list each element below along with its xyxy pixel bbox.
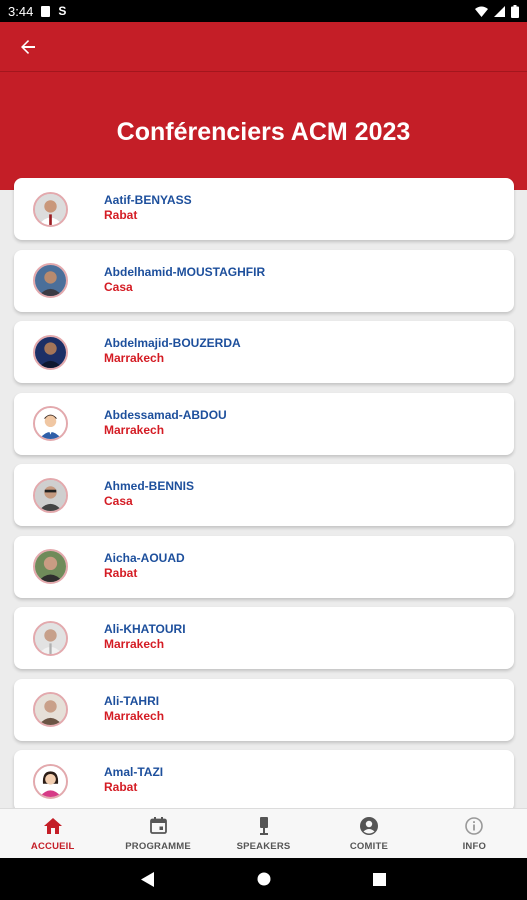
avatar: [33, 477, 68, 513]
nav-comite[interactable]: COMITE: [316, 809, 421, 858]
speaker-name: Abdelhamid-MOUSTAGHFIR: [104, 264, 266, 279]
speaker-city: Marrakech: [104, 422, 165, 437]
hero-header: Conférenciers ACM 2023: [0, 72, 527, 190]
avatar: [33, 620, 68, 656]
s-app-icon: S: [58, 4, 67, 18]
status-time: 3:44: [8, 3, 34, 19]
speaker-card[interactable]: Ahmed-BENNIS Casa: [14, 464, 514, 526]
nav-speakers[interactable]: SPEAKERS: [211, 809, 316, 858]
speaker-name: Ali-KHATOURI: [104, 622, 186, 636]
speaker-card[interactable]: Abdessamad-ABDOU Marrakech: [14, 392, 514, 455]
triangle-back-icon: [141, 871, 154, 887]
speaker-card[interactable]: Aatif-BENYASS Rabat: [14, 178, 514, 240]
page-title: Conférenciers ACM 2023: [116, 118, 411, 146]
nav-label: SPEAKERS: [236, 840, 291, 852]
avatar: [33, 549, 68, 584]
info-icon: [465, 816, 484, 835]
speaker-card[interactable]: Ali-KHATOURI Marrakech: [14, 607, 514, 669]
speaker-card[interactable]: Abdelmajid-BOUZERDA Marrakech: [14, 321, 514, 383]
system-home-button[interactable]: [252, 867, 276, 891]
status-bar: 3:44 S: [0, 0, 527, 22]
speaker-city: Marrakech: [104, 637, 165, 651]
speaker-list: Aatif-BENYASS Rabat Abdelhamid-MOUSTAGHF…: [14, 178, 514, 822]
microphone-icon: [259, 816, 268, 835]
speaker-card[interactable]: Aicha-AOUAD Rabat: [14, 535, 514, 598]
speaker-city: Casa: [104, 279, 133, 294]
sim-card-icon: [41, 5, 51, 17]
speaker-city: Rabat: [104, 208, 138, 222]
square-recents-icon: [373, 872, 386, 886]
battery-icon: [511, 4, 519, 18]
avatar: [33, 263, 68, 298]
speaker-card[interactable]: Amal-TAZI Rabat: [14, 750, 514, 812]
avatar: [33, 191, 68, 227]
avatar: [33, 334, 68, 370]
speaker-name: Ahmed-BENNIS: [104, 479, 195, 493]
speaker-name: Abdelmajid-BOUZERDA: [104, 336, 241, 350]
calendar-icon: [149, 817, 167, 834]
back-button[interactable]: [0, 22, 56, 72]
speaker-card[interactable]: Abdelhamid-MOUSTAGHFIR Casa: [14, 249, 514, 312]
system-back-button[interactable]: [136, 867, 160, 891]
avatar: [33, 692, 68, 727]
signal-icon: [494, 5, 505, 17]
arrow-back-icon: [21, 39, 35, 54]
speaker-name: Ali-TAHRI: [104, 693, 160, 708]
home-icon: [43, 817, 62, 834]
nav-label: PROGRAMME: [125, 840, 191, 852]
speaker-city: Rabat: [104, 565, 138, 580]
system-recents-button[interactable]: [368, 867, 392, 891]
speaker-city: Rabat: [104, 780, 138, 794]
app-bar: [0, 22, 527, 72]
nav-info[interactable]: INFO: [422, 809, 527, 858]
nav-label: COMITE: [349, 840, 388, 852]
nav-label: ACCUEIL: [30, 840, 75, 852]
speaker-city: Marrakech: [104, 708, 165, 723]
bottom-navigation: ACCUEIL PROGRAMME SPEAKERS COMITE INFO: [0, 808, 527, 858]
nav-programme[interactable]: PROGRAMME: [105, 809, 210, 858]
avatar: [33, 406, 68, 441]
speaker-city: Marrakech: [104, 351, 165, 365]
speaker-name: Aicha-AOUAD: [104, 550, 185, 565]
avatar: [33, 763, 68, 799]
system-navigation-bar: [0, 858, 527, 900]
nav-accueil[interactable]: ACCUEIL: [0, 809, 105, 858]
speaker-name: Abdessamad-ABDOU: [104, 407, 227, 422]
wifi-icon: [475, 6, 488, 17]
speaker-name: Aatif-BENYASS: [104, 193, 192, 207]
nav-label: INFO: [462, 840, 487, 852]
speaker-card[interactable]: Ali-TAHRI Marrakech: [14, 678, 514, 741]
circle-home-icon: [257, 872, 270, 886]
speaker-name: Amal-TAZI: [104, 765, 164, 779]
account-circle-icon: [359, 816, 378, 835]
speaker-city: Casa: [104, 494, 133, 508]
